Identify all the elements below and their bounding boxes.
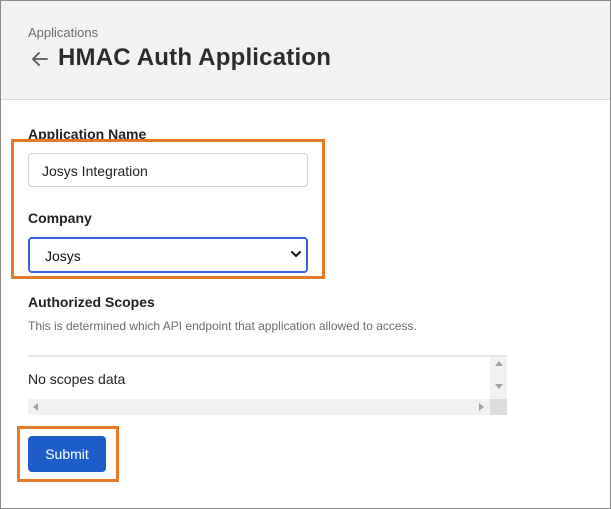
breadcrumb[interactable]: Applications <box>28 25 98 40</box>
scroll-right-arrow-icon[interactable] <box>479 403 484 411</box>
authorized-scopes-label: Authorized Scopes <box>28 294 155 310</box>
scrollbar-corner <box>490 399 507 415</box>
highlight-box-submit <box>17 426 119 482</box>
vertical-scrollbar[interactable] <box>490 357 507 399</box>
page-header: Applications HMAC Auth Application <box>1 1 610 100</box>
app-window: Applications HMAC Auth Application Appli… <box>0 0 611 509</box>
scroll-left-arrow-icon[interactable] <box>33 403 38 411</box>
page-title: HMAC Auth Application <box>58 44 332 71</box>
scopes-empty-text: No scopes data <box>28 371 126 387</box>
arrow-left-icon[interactable] <box>29 47 51 71</box>
scroll-down-arrow-icon[interactable] <box>495 384 503 389</box>
scopes-list[interactable]: No scopes data <box>28 355 507 415</box>
horizontal-scrollbar[interactable] <box>28 399 490 415</box>
authorized-scopes-description: This is determined which API endpoint th… <box>28 319 417 333</box>
highlight-box-form-fields <box>11 139 325 279</box>
scroll-up-arrow-icon[interactable] <box>495 361 503 366</box>
